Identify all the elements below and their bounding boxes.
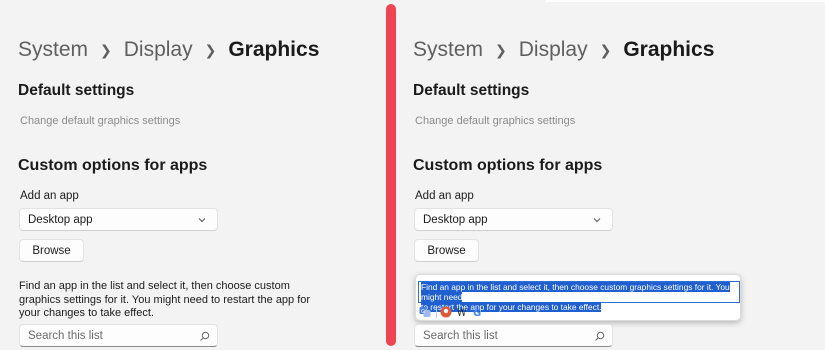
wikipedia-icon[interactable]: W xyxy=(455,305,469,319)
default-settings-heading: Default settings xyxy=(18,82,135,99)
search-list-input[interactable]: Search this list xyxy=(19,324,218,347)
duckduckgo-icon[interactable] xyxy=(439,305,453,319)
search-placeholder: Search this list xyxy=(423,329,498,342)
add-app-label: Add an app xyxy=(415,190,474,202)
custom-options-heading: Custom options for apps xyxy=(18,157,208,174)
toolbar-divider xyxy=(436,306,437,318)
breadcrumb-graphics: Graphics xyxy=(228,38,320,61)
translate-icon[interactable]: G xyxy=(418,305,432,319)
breadcrumb: System ❯ Display ❯ Graphics xyxy=(413,38,714,62)
chevron-down-icon xyxy=(593,218,601,223)
breadcrumb-system[interactable]: System xyxy=(413,38,483,62)
selected-line-1: Find an app in the list and select it, t… xyxy=(421,282,730,302)
add-app-label: Add an app xyxy=(20,190,79,202)
svg-text:W: W xyxy=(457,308,468,318)
change-default-graphics-link[interactable]: Change default graphics settings xyxy=(415,115,575,127)
default-settings-heading: Default settings xyxy=(413,82,530,99)
red-divider xyxy=(386,4,396,346)
breadcrumb-display[interactable]: Display xyxy=(124,38,193,62)
search-list-input[interactable]: Search this list xyxy=(414,324,613,347)
extension-toolbar: G W G xyxy=(418,305,487,319)
settings-panel-right: System ❯ Display ❯ Graphics Default sett… xyxy=(396,0,825,350)
browse-button[interactable]: Browse xyxy=(19,239,84,262)
search-icon xyxy=(595,331,605,341)
app-type-dropdown[interactable]: Desktop app xyxy=(414,208,613,231)
chevron-right-icon: ❯ xyxy=(100,41,112,58)
chevron-right-icon: ❯ xyxy=(204,41,217,58)
breadcrumb-display[interactable]: Display xyxy=(519,38,588,62)
chevron-right-icon: ❯ xyxy=(599,41,612,58)
breadcrumb-system[interactable]: System xyxy=(18,38,88,62)
google-icon[interactable]: G xyxy=(471,305,485,319)
breadcrumb: System ❯ Display ❯ Graphics xyxy=(18,38,319,62)
dropdown-value: Desktop app xyxy=(28,213,93,226)
search-placeholder: Search this list xyxy=(28,329,103,342)
search-icon xyxy=(200,331,210,341)
breadcrumb-graphics: Graphics xyxy=(623,38,715,61)
browse-button[interactable]: Browse xyxy=(414,239,479,262)
dropdown-value: Desktop app xyxy=(423,213,488,226)
svg-text:G: G xyxy=(473,308,481,318)
settings-panel-left: System ❯ Display ❯ Graphics Default sett… xyxy=(0,0,386,350)
custom-options-heading: Custom options for apps xyxy=(413,157,603,174)
app-list-description: Find an app in the list and select it, t… xyxy=(19,280,311,319)
chevron-down-icon xyxy=(198,218,206,223)
change-default-graphics-link[interactable]: Change default graphics settings xyxy=(20,115,180,127)
chevron-right-icon: ❯ xyxy=(495,41,507,58)
selected-text-box[interactable]: Find an app in the list and select it, t… xyxy=(418,281,740,312)
svg-text:G: G xyxy=(421,309,425,315)
app-type-dropdown[interactable]: Desktop app xyxy=(19,208,218,231)
text-selection-popup: Find an app in the list and select it, t… xyxy=(415,274,741,321)
